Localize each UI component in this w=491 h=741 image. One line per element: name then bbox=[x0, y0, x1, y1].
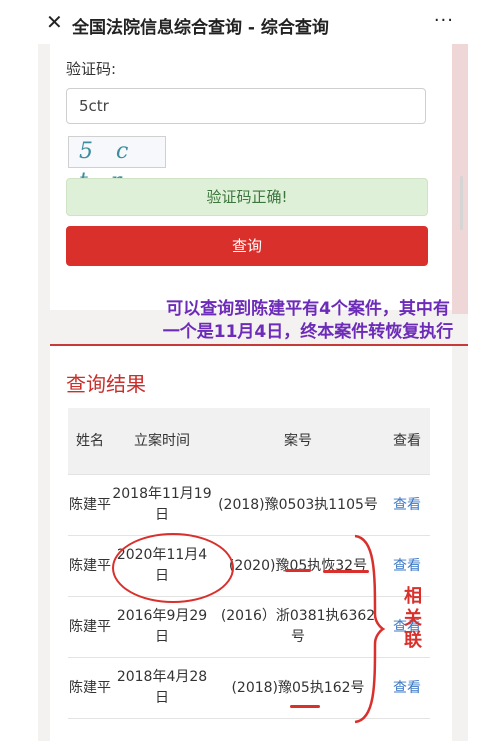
captcha-label: 验证码: bbox=[66, 60, 117, 78]
related-note: 相关联 bbox=[404, 586, 422, 651]
col-header-view: 查看 bbox=[393, 432, 421, 449]
top-bar: ✕ 全国法院信息综合查询 - 综合查询 ··· bbox=[38, 0, 468, 44]
query-button[interactable]: 查询 bbox=[66, 226, 428, 266]
view-link[interactable]: 查看 bbox=[384, 658, 430, 718]
col-header-date: 立案时间 bbox=[134, 432, 190, 449]
table-row: 陈建平 2018年11月19日 (2018)豫0503执1105号 查看 bbox=[68, 475, 430, 536]
view-link-label[interactable]: 查看 bbox=[393, 556, 421, 577]
captcha-input[interactable]: 5ctr bbox=[66, 88, 426, 124]
cell-date: 2018年4月28日 bbox=[116, 669, 208, 706]
results-panel: 查询结果 姓名 立案时间 案号 查看 陈建平 2018年11月19日 (2018… bbox=[50, 346, 452, 741]
cell-name: 陈建平 bbox=[69, 496, 111, 513]
captcha-image[interactable]: 5 c t r bbox=[68, 136, 166, 194]
view-link[interactable]: 查看 bbox=[384, 475, 430, 535]
col-header-case-no: 案号 bbox=[284, 432, 312, 449]
cell-name: 陈建平 bbox=[69, 679, 111, 696]
scrollbar[interactable] bbox=[460, 176, 463, 230]
case-underline-3 bbox=[290, 705, 320, 708]
cell-case-no: (2018)豫0503执1105号 bbox=[218, 496, 378, 513]
table-header-row: 姓名 立案时间 案号 查看 bbox=[68, 408, 430, 475]
close-icon[interactable]: ✕ bbox=[46, 12, 63, 32]
cell-name: 陈建平 bbox=[69, 557, 111, 574]
case-underline-1 bbox=[285, 569, 311, 572]
date-highlight-circle bbox=[112, 533, 234, 603]
cell-date: 2016年9月29日 bbox=[116, 608, 208, 645]
captcha-success-alert: 验证码正确! bbox=[66, 178, 428, 216]
cell-date: 2018年11月19日 bbox=[112, 486, 212, 523]
view-link-label[interactable]: 查看 bbox=[393, 495, 421, 516]
related-bracket-icon bbox=[354, 534, 386, 724]
results-title: 查询结果 bbox=[66, 372, 146, 396]
page-title: 全国法院信息综合查询 - 综合查询 bbox=[72, 18, 329, 38]
annotation-text: 可以查询到陈建平有4个案件，其中有一个是11月4日，终本案件转恢复执行 bbox=[162, 299, 454, 342]
query-form-card: 验证码: 5ctr 5 c t r 验证码正确! 查询 bbox=[50, 44, 452, 310]
view-link-label[interactable]: 查看 bbox=[393, 678, 421, 699]
col-header-name: 姓名 bbox=[76, 432, 104, 449]
cell-name: 陈建平 bbox=[69, 618, 111, 635]
more-icon[interactable]: ··· bbox=[434, 10, 454, 31]
